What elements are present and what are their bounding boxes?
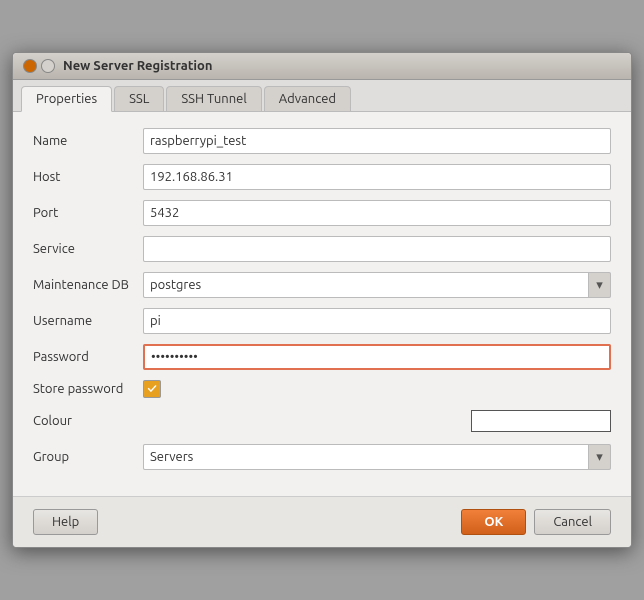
username-input[interactable] — [143, 308, 611, 334]
group-label: Group — [33, 450, 143, 464]
maintenance-db-dropdown-icon[interactable]: ▾ — [589, 272, 611, 298]
host-input[interactable] — [143, 164, 611, 190]
group-dropdown-icon[interactable]: ▾ — [589, 444, 611, 470]
service-label: Service — [33, 242, 143, 256]
maintenance-db-input[interactable] — [143, 272, 589, 298]
name-input[interactable] — [143, 128, 611, 154]
minimize-button[interactable] — [41, 59, 55, 73]
colour-spacer — [143, 408, 611, 434]
maintenance-db-row: Maintenance DB ▾ — [33, 272, 611, 298]
ok-button[interactable]: OK — [461, 509, 526, 535]
tab-ssl[interactable]: SSL — [114, 86, 164, 111]
footer-right-buttons: OK Cancel — [461, 509, 611, 535]
name-label: Name — [33, 134, 143, 148]
group-row: Group ▾ — [33, 444, 611, 470]
form-content: Name Host Port Service Maintenance DB ▾ … — [13, 112, 631, 496]
new-server-dialog: New Server Registration Properties SSL S… — [12, 52, 632, 548]
password-row: Password — [33, 344, 611, 370]
window-controls — [23, 59, 55, 73]
service-input[interactable] — [143, 236, 611, 262]
title-bar: New Server Registration — [13, 53, 631, 80]
tab-advanced[interactable]: Advanced — [264, 86, 351, 111]
colour-picker[interactable] — [471, 410, 611, 432]
username-label: Username — [33, 314, 143, 328]
close-button[interactable] — [23, 59, 37, 73]
store-password-row: Store password — [33, 380, 611, 398]
tab-bar: Properties SSL SSH Tunnel Advanced — [13, 80, 631, 112]
username-row: Username — [33, 308, 611, 334]
port-input[interactable] — [143, 200, 611, 226]
window-title: New Server Registration — [63, 59, 621, 73]
store-password-checkbox[interactable] — [143, 380, 161, 398]
password-label: Password — [33, 350, 143, 364]
password-input[interactable] — [143, 344, 611, 370]
group-input[interactable] — [143, 444, 589, 470]
store-password-label: Store password — [33, 382, 143, 396]
cancel-button[interactable]: Cancel — [534, 509, 611, 535]
port-label: Port — [33, 206, 143, 220]
colour-row: Colour — [33, 408, 611, 434]
footer: Help OK Cancel — [13, 496, 631, 547]
store-password-checkbox-container — [143, 380, 161, 398]
maintenance-db-container: ▾ — [143, 272, 611, 298]
group-container: ▾ — [143, 444, 611, 470]
tab-ssh-tunnel[interactable]: SSH Tunnel — [166, 86, 261, 111]
host-row: Host — [33, 164, 611, 190]
help-button[interactable]: Help — [33, 509, 98, 535]
port-row: Port — [33, 200, 611, 226]
tab-properties[interactable]: Properties — [21, 86, 112, 112]
colour-label: Colour — [33, 414, 143, 428]
maintenance-db-label: Maintenance DB — [33, 278, 143, 292]
service-row: Service — [33, 236, 611, 262]
host-label: Host — [33, 170, 143, 184]
name-row: Name — [33, 128, 611, 154]
